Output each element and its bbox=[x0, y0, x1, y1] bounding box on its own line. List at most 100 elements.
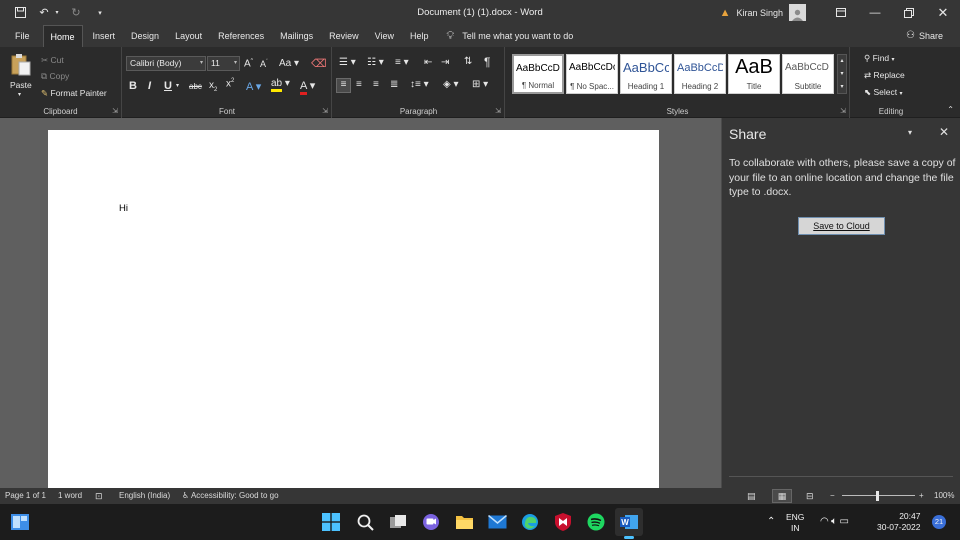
bold-icon[interactable]: B bbox=[129, 80, 137, 92]
read-mode-icon[interactable]: ▤ bbox=[747, 488, 756, 504]
line-spacing-icon[interactable]: ↕≡ ▾ bbox=[410, 79, 429, 90]
style-title[interactable]: AaB Title bbox=[728, 54, 780, 94]
web-layout-icon[interactable]: ⊟ bbox=[806, 488, 814, 504]
paragraph-launcher-icon[interactable]: ⇲ bbox=[495, 107, 501, 115]
tab-design[interactable]: Design bbox=[124, 25, 166, 47]
tab-mailings[interactable]: Mailings bbox=[273, 25, 320, 47]
style-subtitle[interactable]: AaBbCcD Subtitle bbox=[782, 54, 834, 94]
styles-launcher-icon[interactable]: ⇲ bbox=[840, 107, 846, 115]
spotify-icon[interactable] bbox=[585, 511, 607, 533]
text-effects-icon[interactable]: A ▾ bbox=[246, 80, 261, 93]
font-launcher-icon[interactable]: ⇲ bbox=[322, 107, 328, 115]
superscript-icon[interactable]: x2 bbox=[226, 78, 234, 89]
word-app-icon[interactable]: W bbox=[615, 508, 643, 536]
widgets-icon[interactable] bbox=[9, 511, 31, 533]
close-icon[interactable]: ✕ bbox=[926, 0, 960, 25]
format-painter-button[interactable]: ✎ Format Painter bbox=[41, 88, 107, 99]
close-pane-icon[interactable]: ✕ bbox=[939, 125, 949, 139]
save-icon[interactable] bbox=[11, 4, 29, 22]
highlight-icon[interactable]: ab ▾ bbox=[271, 78, 290, 92]
tab-home[interactable]: Home bbox=[42, 25, 83, 47]
style-heading-1[interactable]: AaBbCc Heading 1 bbox=[620, 54, 672, 94]
collapse-ribbon-icon[interactable]: ⌃ bbox=[947, 105, 954, 114]
increase-indent-icon[interactable]: ⇥ bbox=[441, 57, 449, 68]
pane-options-icon[interactable]: ▾ bbox=[908, 128, 912, 137]
start-icon[interactable] bbox=[320, 511, 342, 533]
tell-me-search[interactable]: 💡︎ Tell me what you want to do bbox=[440, 25, 581, 47]
style-normal[interactable]: AaBbCcDc ¶ Normal bbox=[512, 54, 564, 94]
warning-icon[interactable]: ▲ bbox=[720, 7, 731, 19]
clear-format-icon[interactable]: ⌫ bbox=[311, 57, 327, 70]
replace-button[interactable]: ⇄ Replace bbox=[864, 70, 905, 81]
avatar[interactable] bbox=[789, 4, 806, 21]
align-right-icon[interactable]: ≡ bbox=[373, 79, 379, 90]
network-status[interactable]: ◠ 🔈︎ ▭ bbox=[820, 516, 849, 527]
undo-icon[interactable]: ↶ bbox=[35, 4, 53, 22]
numbering-icon[interactable]: ☷ ▾ bbox=[367, 57, 384, 68]
minimize-icon[interactable]: — bbox=[858, 0, 892, 25]
file-explorer-icon[interactable] bbox=[453, 511, 475, 533]
styles-scroll[interactable]: ▴ ▾ ▾ bbox=[837, 54, 847, 94]
clock[interactable]: 20:47 30-07-2022 bbox=[877, 511, 920, 533]
underline-dropdown-icon[interactable]: ▾ bbox=[176, 82, 179, 89]
cut-button[interactable]: ✂ Cut bbox=[41, 55, 64, 66]
change-case-icon[interactable]: Aa ▾ bbox=[279, 58, 299, 69]
mcafee-icon[interactable] bbox=[552, 511, 574, 533]
font-name-combo[interactable]: Calibri (Body) ▾ bbox=[126, 56, 206, 71]
customize-toolbar-icon[interactable]: ▾ bbox=[91, 4, 109, 22]
task-view-icon[interactable] bbox=[387, 511, 409, 533]
paste-icon[interactable] bbox=[10, 53, 32, 77]
italic-icon[interactable]: I bbox=[148, 80, 151, 92]
underline-icon[interactable]: U bbox=[164, 80, 172, 92]
share-button[interactable]: ⚇ Share bbox=[899, 25, 950, 47]
zoom-slider-thumb[interactable] bbox=[876, 491, 879, 501]
font-color-icon[interactable]: A ▾ bbox=[300, 79, 315, 95]
save-to-cloud-button[interactable]: Save to Cloud bbox=[798, 217, 885, 235]
paste-dropdown-icon[interactable]: ▾ bbox=[18, 91, 21, 98]
align-left-icon[interactable]: ≡ bbox=[336, 78, 351, 93]
input-language[interactable]: ENG IN bbox=[786, 512, 804, 534]
tab-insert[interactable]: Insert bbox=[86, 25, 123, 47]
style-heading-2[interactable]: AaBbCcD Heading 2 bbox=[674, 54, 726, 94]
tab-file[interactable]: File bbox=[8, 25, 37, 47]
accessibility-status[interactable]: ♿︎ Accessibility: Good to go bbox=[182, 488, 279, 504]
zoom-out-icon[interactable]: − bbox=[830, 488, 835, 504]
notification-badge[interactable]: 21 bbox=[932, 515, 946, 529]
redo-icon[interactable]: ↻ bbox=[67, 4, 85, 22]
user-name[interactable]: Kiran Singh bbox=[736, 8, 783, 18]
pilcrow-icon[interactable]: ¶ bbox=[484, 55, 490, 69]
language[interactable]: English (India) bbox=[119, 488, 170, 504]
edge-icon[interactable] bbox=[519, 511, 541, 533]
tab-layout[interactable]: Layout bbox=[168, 25, 209, 47]
search-icon[interactable] bbox=[354, 511, 376, 533]
chat-icon[interactable] bbox=[420, 511, 442, 533]
justify-icon[interactable]: ≣ bbox=[390, 79, 398, 90]
shading-icon[interactable]: ◈ ▾ bbox=[443, 79, 459, 90]
copy-button[interactable]: ⧉ Copy bbox=[41, 71, 69, 82]
multilevel-list-icon[interactable]: ≡ ▾ bbox=[395, 57, 409, 68]
paste-button[interactable]: Paste bbox=[10, 80, 32, 90]
restore-icon[interactable] bbox=[892, 0, 926, 25]
document-text[interactable]: Hi bbox=[119, 203, 128, 214]
chevron-up-icon[interactable]: ⌃ bbox=[767, 516, 775, 527]
subscript-icon[interactable]: x2 bbox=[209, 80, 217, 93]
proofing-icon[interactable]: ⊡ bbox=[95, 488, 103, 504]
decrease-indent-icon[interactable]: ⇤ bbox=[424, 57, 432, 68]
tab-references[interactable]: References bbox=[211, 25, 271, 47]
print-layout-icon[interactable]: ▦ bbox=[772, 489, 792, 503]
tab-review[interactable]: Review bbox=[322, 25, 366, 47]
zoom-in-icon[interactable]: + bbox=[919, 488, 924, 504]
strikethrough-icon[interactable]: abc bbox=[189, 82, 202, 91]
tab-help[interactable]: Help bbox=[403, 25, 436, 47]
clipboard-launcher-icon[interactable]: ⇲ bbox=[112, 107, 118, 115]
tab-view[interactable]: View bbox=[368, 25, 401, 47]
grow-font-icon[interactable]: A^ bbox=[244, 58, 253, 69]
ribbon-display-icon[interactable] bbox=[824, 0, 858, 25]
shrink-font-icon[interactable]: Aˇ bbox=[260, 59, 268, 69]
select-button[interactable]: ⬉ Select ▾ bbox=[864, 87, 903, 98]
sort-icon[interactable]: ⇅ bbox=[464, 56, 472, 67]
word-count[interactable]: 1 word bbox=[58, 488, 82, 504]
undo-dropdown-icon[interactable]: ▾ bbox=[53, 4, 61, 22]
style-no-spacing[interactable]: AaBbCcDc ¶ No Spac... bbox=[566, 54, 618, 94]
mail-icon[interactable] bbox=[486, 511, 508, 533]
